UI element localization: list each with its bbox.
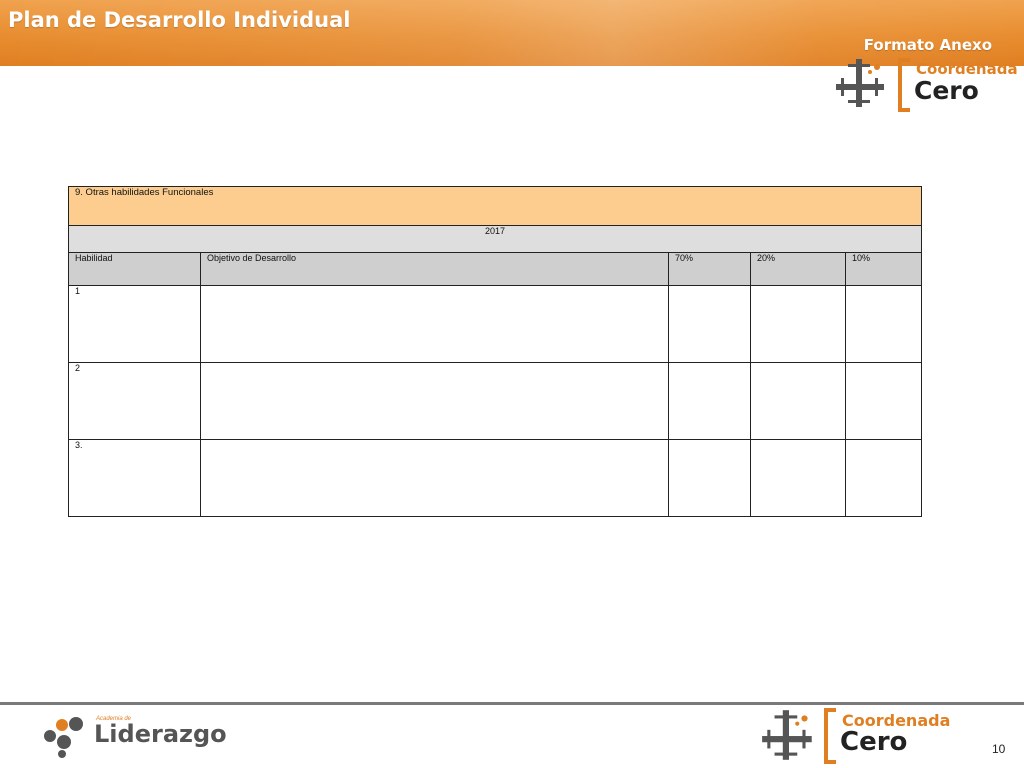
pct10-cell[interactable] — [844, 439, 923, 517]
logo-word-cero: Cero — [914, 76, 979, 105]
column-header-objetivo: Objetivo de Desarrollo — [200, 252, 669, 286]
column-header-habilidad: Habilidad — [68, 252, 201, 286]
objetivo-cell[interactable] — [200, 362, 669, 440]
dots-logo-icon — [44, 717, 83, 758]
pct70-cell[interactable] — [668, 285, 751, 363]
section-title-cell: 9. Otras habilidades Funcionales — [67, 186, 923, 226]
cross-logo-icon — [836, 59, 884, 107]
page-subtitle: Formato Anexo — [863, 36, 992, 54]
table-row: 3. — [68, 439, 923, 517]
academy-name: Liderazgo — [94, 720, 227, 748]
cross-logo-icon — [762, 710, 812, 760]
table-row: 1 — [68, 285, 923, 363]
logo-bracket — [898, 58, 910, 112]
footer-divider — [0, 702, 1024, 705]
development-table: 9. Otras habilidades Funcionales 2017 Ha… — [67, 186, 923, 517]
page-number: 10 — [992, 742, 1006, 756]
coordenada-cero-logo-footer: Coordenada Cero — [758, 706, 958, 764]
logo-bracket — [824, 708, 836, 764]
pct70-cell[interactable] — [668, 439, 751, 517]
pct20-cell[interactable] — [750, 362, 846, 440]
habilidad-cell[interactable]: 3. — [68, 439, 201, 517]
coordenada-cero-logo: Coordenada Cero — [832, 56, 1018, 112]
table-row: 2 — [68, 362, 923, 440]
column-header-10: 10% — [844, 252, 923, 286]
column-header-20: 20% — [750, 252, 846, 286]
objetivo-cell[interactable] — [200, 439, 669, 517]
pct10-cell[interactable] — [844, 362, 923, 440]
pct20-cell[interactable] — [750, 439, 846, 517]
pct20-cell[interactable] — [750, 285, 846, 363]
year-cell: 2017 — [67, 225, 923, 253]
logo-word-cero: Cero — [840, 727, 908, 757]
pct70-cell[interactable] — [668, 362, 751, 440]
academia-liderazgo-logo: Academia de Liderazgo — [40, 714, 230, 760]
habilidad-cell[interactable]: 1 — [68, 285, 201, 363]
pct10-cell[interactable] — [844, 285, 923, 363]
habilidad-cell[interactable]: 2 — [68, 362, 201, 440]
column-header-70: 70% — [668, 252, 751, 286]
objetivo-cell[interactable] — [200, 285, 669, 363]
page-title: Plan de Desarrollo Individual — [8, 8, 351, 32]
